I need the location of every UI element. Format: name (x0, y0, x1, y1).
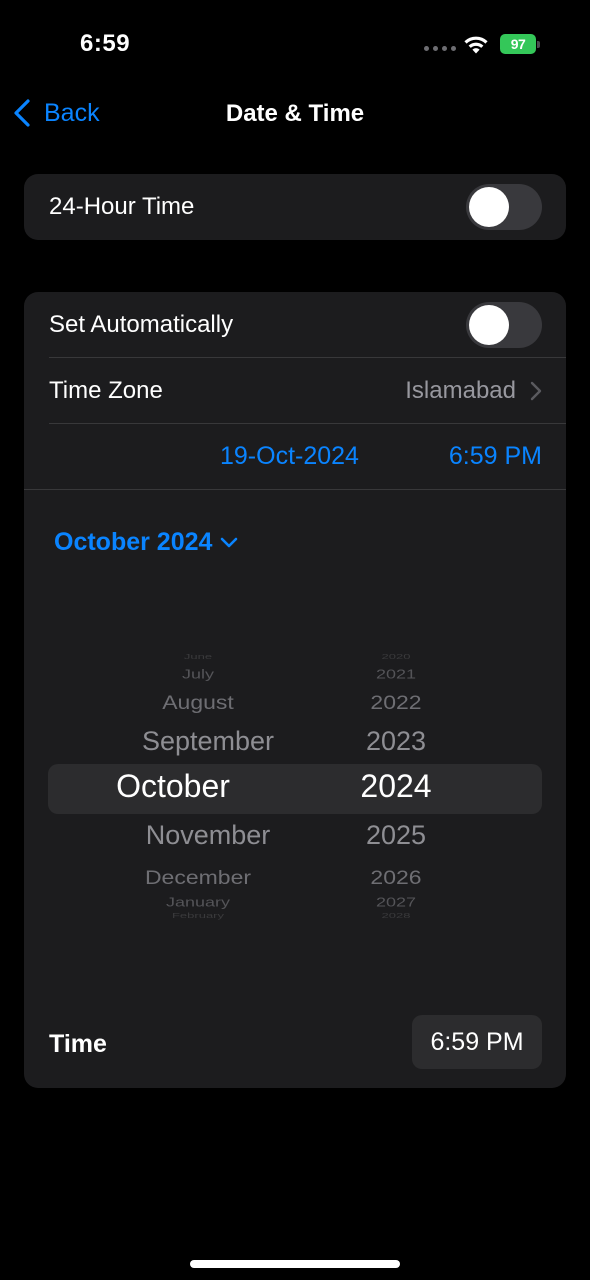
home-indicator[interactable] (190, 1260, 400, 1268)
picker-year-option[interactable]: 2021 (294, 667, 498, 682)
status-bar: 6:59 97 (0, 0, 590, 90)
page-title: Date & Time (225, 100, 365, 127)
toggle-knob (469, 305, 509, 345)
hour24-row: 24-Hour Time (24, 174, 566, 240)
time-zone-label: Time Zone (49, 377, 163, 404)
date-time-row: 19-Oct-2024 6:59 PM (24, 424, 566, 490)
hour-format-group: 24-Hour Time (24, 174, 566, 240)
picker-year-selected[interactable]: 2024 (294, 768, 498, 805)
picker-year-option[interactable]: 2027 (294, 895, 498, 910)
picker-year-option[interactable]: 2028 (294, 911, 498, 919)
picker-year-option[interactable]: 2025 (294, 820, 498, 851)
date-time-group: Set Automatically Time Zone Islamabad 19… (24, 292, 566, 1088)
navigation-bar: Back Date & Time (0, 90, 590, 140)
chevron-down-icon (221, 537, 238, 547)
status-time: 6:59 (80, 30, 131, 57)
time-picker-row: Time 6:59 PM (24, 988, 566, 1088)
battery-level: 97 (500, 34, 536, 54)
chevron-right-icon (530, 381, 542, 401)
picker-year-option[interactable]: 2023 (294, 726, 498, 757)
set-automatically-row: Set Automatically (24, 292, 566, 358)
set-automatically-toggle[interactable] (466, 302, 542, 348)
time-picker-button[interactable]: 6:59 PM (412, 1015, 542, 1069)
month-year-wheel-picker[interactable]: June July August September October Novem… (24, 652, 566, 927)
month-year-header-button[interactable]: October 2024 (54, 528, 238, 557)
date-time-settings-screen: 6:59 97 Back Date & Time 24-Hour Time Se… (0, 0, 590, 1280)
time-zone-value: Islamabad (405, 377, 516, 404)
time-zone-row[interactable]: Time Zone Islamabad (24, 358, 566, 424)
date-value-button[interactable]: 19-Oct-2024 (220, 442, 359, 471)
signal-dots-icon (424, 46, 456, 51)
set-automatically-label: Set Automatically (49, 311, 234, 338)
picker-year-option[interactable]: 2022 (294, 691, 498, 714)
toggle-knob (469, 187, 509, 227)
hour24-label: 24-Hour Time (49, 193, 195, 220)
time-label: Time (49, 1030, 107, 1058)
month-year-label: October 2024 (54, 528, 213, 556)
picker-year-option[interactable]: 2026 (294, 866, 498, 889)
wifi-icon (464, 36, 488, 54)
battery-charging-icon: 97 (500, 34, 540, 54)
time-value-button[interactable]: 6:59 PM (449, 442, 542, 471)
hour24-toggle[interactable] (466, 184, 542, 230)
picker-year-option[interactable]: 2020 (294, 652, 498, 660)
